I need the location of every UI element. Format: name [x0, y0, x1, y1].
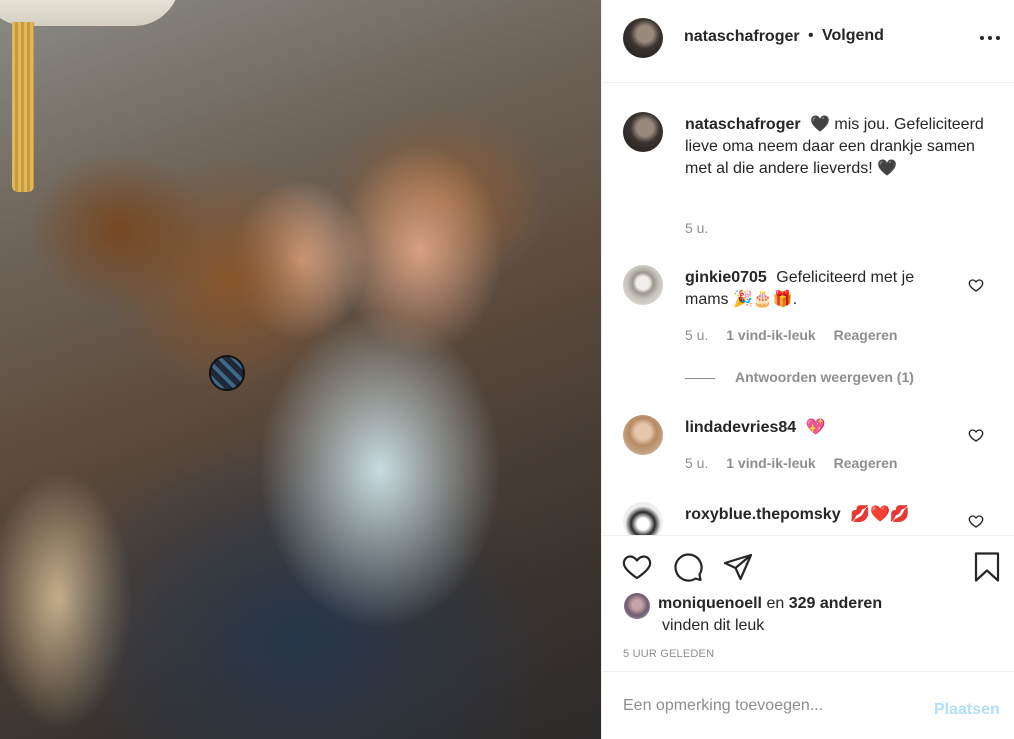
caption-username[interactable]: nataschafroger [685, 116, 801, 133]
liker-username[interactable]: moniquenoell [658, 595, 762, 612]
comment-body: ginkie0705 Gefeliciteerd met je mams 🎉🎂🎁… [685, 267, 955, 311]
comment-time[interactable]: 5 u. [685, 455, 708, 471]
likes-others[interactable]: 329 anderen [789, 595, 882, 612]
comment-icon[interactable] [672, 551, 704, 583]
comment-time[interactable]: 5 u. [685, 327, 708, 343]
caption-avatar[interactable] [623, 112, 663, 152]
likes-connector: en [766, 595, 785, 612]
heart-icon[interactable] [621, 551, 653, 583]
comment-text: 💖 [805, 419, 826, 436]
following-button[interactable]: Volgend [822, 27, 884, 45]
share-icon[interactable] [722, 551, 754, 583]
comments-list[interactable]: nataschafroger 🖤 mis jou. Gefeliciteerd … [602, 84, 1014, 535]
comment-meta: 5 u. 1 vind-ik-leuk Reageren [685, 327, 911, 343]
add-comment-bar: Plaatsen [602, 671, 1014, 739]
comment-like-icon[interactable] [968, 513, 984, 529]
caption-body: nataschafroger 🖤 mis jou. Gefeliciteerd … [685, 114, 990, 180]
comment-username[interactable]: ginkie0705 [685, 269, 767, 286]
comment-like-icon[interactable] [968, 427, 984, 443]
post-actions: moniquenoell en 329 anderen vinden dit l… [602, 535, 1014, 671]
replies-line [685, 377, 715, 379]
post-header: nataschafroger • Volgend [602, 0, 1014, 83]
post-sidebar: nataschafroger • Volgend nataschafroger … [601, 0, 1014, 739]
comment-body: roxyblue.thepomsky 💋❤️💋 [685, 504, 990, 526]
likes-summary: moniquenoell en 329 anderen [658, 595, 882, 613]
bookmark-icon[interactable] [971, 551, 1003, 583]
reply-button[interactable]: Reageren [834, 327, 898, 343]
caption-meta: 5 u. [685, 220, 722, 236]
comment-like-icon[interactable] [968, 277, 984, 293]
comment-avatar[interactable] [623, 265, 663, 305]
more-options-icon[interactable] [980, 28, 1002, 48]
comment-input[interactable] [623, 694, 913, 718]
liker-avatar[interactable] [624, 593, 650, 619]
comment-avatar[interactable] [623, 502, 663, 535]
view-replies-label: Antwoorden weergeven (1) [735, 369, 914, 385]
comment-avatar[interactable] [623, 415, 663, 455]
view-replies-button[interactable]: Antwoorden weergeven (1) [685, 369, 914, 385]
post-photo[interactable] [0, 0, 601, 739]
author-username[interactable]: nataschafroger [684, 28, 800, 46]
reply-button[interactable]: Reageren [834, 455, 898, 471]
post-comment-button[interactable]: Plaatsen [934, 701, 1000, 719]
comment-text: 💋❤️💋 [850, 506, 910, 523]
author-avatar[interactable] [623, 18, 663, 58]
comment-likes-count[interactable]: 1 vind-ik-leuk [726, 327, 815, 343]
comment-username[interactable]: lindadevries84 [685, 419, 796, 436]
lamp-fringe [12, 22, 34, 192]
comment-likes-count[interactable]: 1 vind-ik-leuk [726, 455, 815, 471]
separator-dot: • [808, 27, 814, 44]
likes-suffix: vinden dit leuk [662, 617, 765, 634]
caption-time[interactable]: 5 u. [685, 220, 708, 236]
post-timestamp[interactable]: 5 UUR GELEDEN [623, 648, 714, 660]
comment-username[interactable]: roxyblue.thepomsky [685, 506, 841, 523]
comment-body: lindadevries84 💖 [685, 417, 990, 439]
earring [209, 355, 245, 391]
comment-meta: 5 u. 1 vind-ik-leuk Reageren [685, 455, 911, 471]
